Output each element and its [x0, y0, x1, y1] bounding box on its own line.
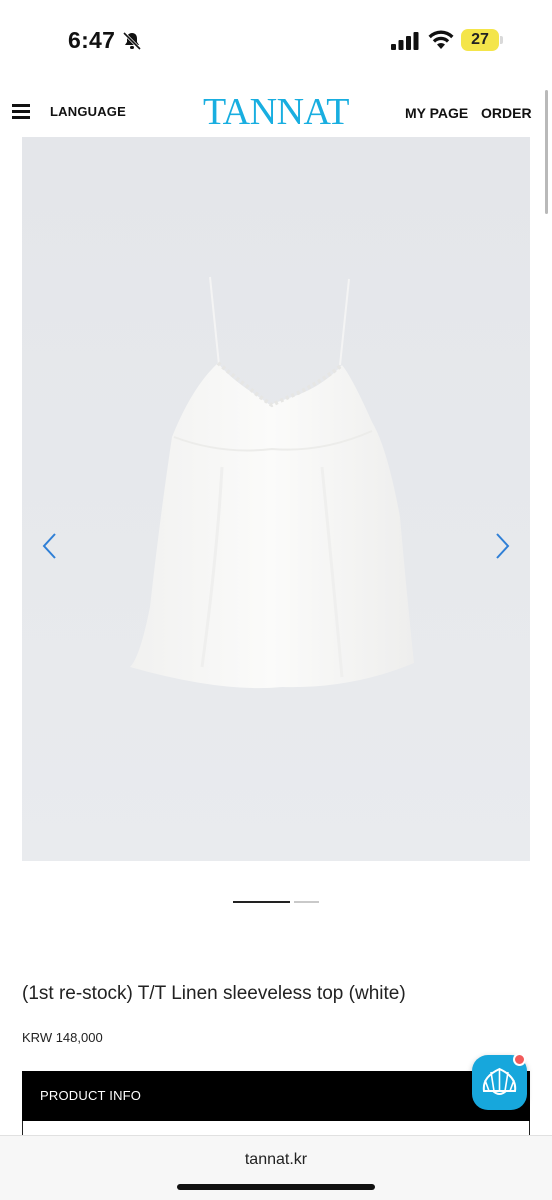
- slide-indicator-inactive[interactable]: [294, 901, 319, 903]
- chat-notification-dot: [513, 1053, 526, 1066]
- browser-toolbar: tannat.kr: [0, 1135, 552, 1200]
- home-indicator[interactable]: [177, 1184, 375, 1190]
- bell-slash-icon: [122, 31, 142, 51]
- product-title: (1st re-stock) T/T Linen sleeveless top …: [22, 983, 406, 1004]
- wifi-icon: [428, 30, 454, 49]
- page-scrollbar[interactable]: [545, 90, 548, 214]
- my-page-link[interactable]: MY PAGE: [405, 105, 468, 121]
- camisole-illustration: [22, 137, 530, 861]
- cellular-signal-icon: [391, 32, 419, 50]
- product-price: KRW 148,000: [22, 1030, 103, 1045]
- url-bar[interactable]: tannat.kr: [0, 1151, 552, 1169]
- product-image[interactable]: [22, 137, 530, 861]
- site-header: LANGUAGE TANNAT MY PAGE ORDER: [0, 92, 552, 132]
- order-link[interactable]: ORDER: [481, 105, 532, 121]
- tannat-logo[interactable]: TANNAT: [194, 92, 358, 132]
- hamburger-menu-icon[interactable]: [12, 104, 30, 120]
- product-info-label: PRODUCT INFO: [40, 1088, 142, 1103]
- chevron-right-icon[interactable]: [492, 532, 512, 560]
- product-info-tab[interactable]: PRODUCT INFO: [22, 1071, 530, 1121]
- language-link[interactable]: LANGUAGE: [50, 104, 126, 119]
- status-time: 6:47: [68, 27, 116, 53]
- battery-level: 27: [471, 31, 489, 48]
- status-bar: 6:47 27: [0, 0, 552, 80]
- seashell-chat-icon: [482, 1067, 517, 1095]
- battery-icon: 27: [461, 29, 503, 51]
- slide-indicator-active[interactable]: [233, 901, 290, 903]
- chevron-left-icon[interactable]: [40, 532, 60, 560]
- product-info-panel: [22, 1121, 530, 1135]
